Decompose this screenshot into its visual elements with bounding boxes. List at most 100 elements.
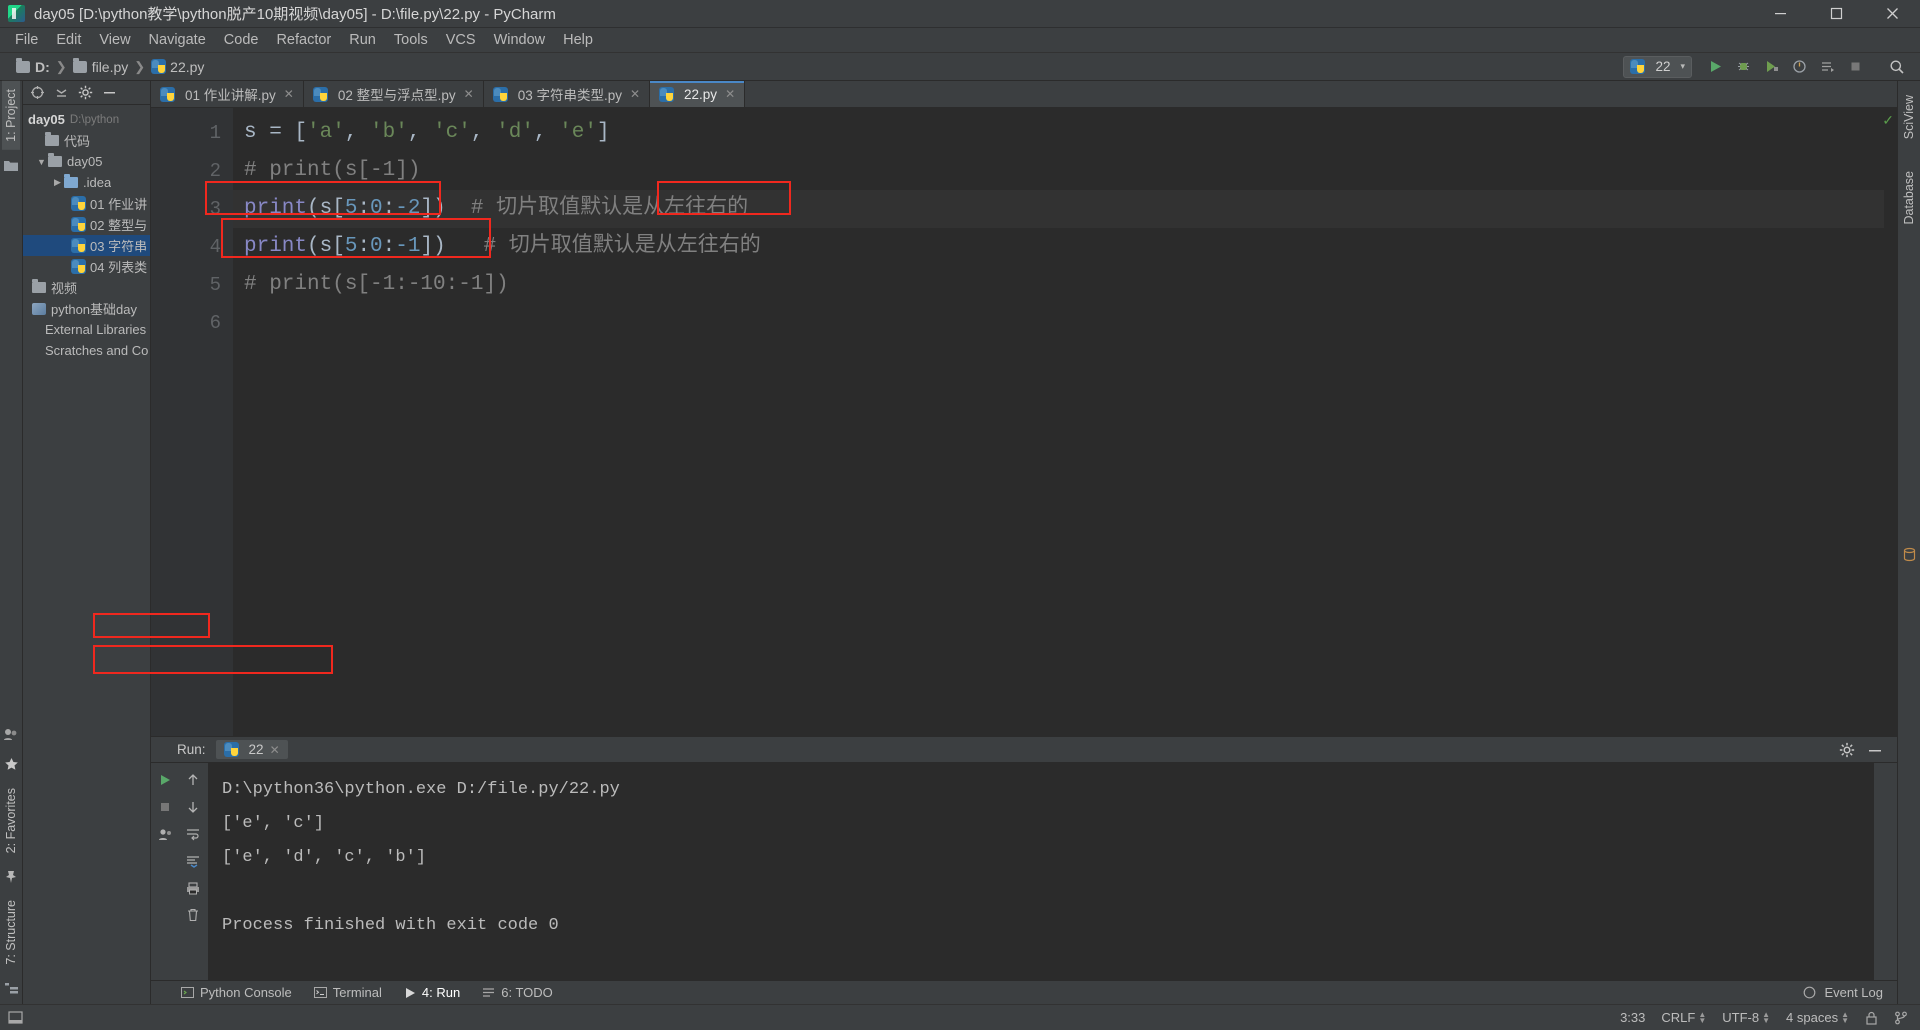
code-line-5[interactable]: # print(s[-1:-10:-1]) — [233, 266, 1884, 304]
expand-icon[interactable] — [151, 848, 179, 874]
editor-tab-03[interactable]: 03 字符串类型.py ✕ — [484, 81, 651, 107]
editor-tab-02[interactable]: 02 整型与浮点型.py ✕ — [304, 81, 484, 107]
gear-icon[interactable] — [75, 83, 95, 103]
chevron-down-icon[interactable] — [35, 157, 48, 167]
tree-item-video[interactable]: 视频 — [23, 277, 150, 298]
show-tool-windows-icon[interactable] — [8, 1010, 23, 1025]
collapse-all-icon[interactable] — [51, 83, 71, 103]
tree-item-module[interactable]: python基础day — [23, 298, 150, 319]
stop-button[interactable] — [1842, 55, 1868, 79]
run-configuration-selector[interactable]: 22 ▾ — [1623, 55, 1692, 78]
minimize-button[interactable] — [1752, 0, 1808, 28]
lock-icon[interactable] — [1865, 1011, 1878, 1025]
tree-item-scratches[interactable]: Scratches and Con — [23, 340, 150, 361]
menu-file[interactable]: File — [6, 29, 47, 52]
scroll-to-end-icon[interactable] — [179, 848, 207, 874]
tree-item-idea[interactable]: .idea — [23, 172, 150, 193]
sidebar-tab-favorites[interactable]: 2: Favorites — [2, 780, 20, 861]
tree-item-file-01[interactable]: 01 作业讲 — [23, 193, 150, 214]
tree-item-label: 03 字符串 — [90, 239, 148, 254]
print-icon[interactable] — [179, 875, 207, 901]
clear-all-icon[interactable] — [179, 902, 207, 928]
stop-button[interactable] — [151, 794, 179, 820]
bottom-tab-run[interactable]: 4: Run — [404, 985, 460, 1000]
tree-item-file-02[interactable]: 02 整型与 — [23, 214, 150, 235]
tree-item-file-03[interactable]: 03 字符串 — [23, 235, 150, 256]
indent-setting[interactable]: 4 spaces ▲ ▼ — [1786, 1010, 1849, 1025]
code-line-4[interactable]: print(s[5:0:-1]) # 切片取值默认是从左往右的 — [233, 228, 1884, 266]
run-tab[interactable]: 22 ✕ — [215, 740, 288, 759]
debug-button[interactable] — [1730, 55, 1756, 79]
bottom-tab-python-console[interactable]: Python Console — [181, 985, 292, 1000]
scroll-up-button[interactable] — [179, 767, 207, 793]
minimize-panel-icon[interactable] — [1867, 742, 1883, 758]
close-icon[interactable]: ✕ — [270, 743, 280, 757]
breadcrumb-drive[interactable]: D: — [35, 59, 50, 75]
editor-tab-01[interactable]: 01 作业讲解.py ✕ — [151, 81, 304, 107]
run-button[interactable] — [1702, 55, 1728, 79]
database-icon[interactable] — [1900, 545, 1919, 564]
code-token: 'b' — [370, 121, 408, 144]
line-separator[interactable]: CRLF ▲ ▼ — [1661, 1010, 1706, 1025]
code-line-2[interactable]: # print(s[-1]) — [233, 152, 1884, 190]
sidebar-tab-structure[interactable]: 7: Structure — [2, 892, 20, 973]
profile-button[interactable] — [1786, 55, 1812, 79]
breadcrumb-file[interactable]: 22.py — [170, 59, 204, 75]
menu-view[interactable]: View — [90, 29, 139, 52]
menu-run[interactable]: Run — [340, 29, 385, 52]
attach-debugger-button[interactable] — [1814, 55, 1840, 79]
close-icon[interactable]: ✕ — [725, 87, 735, 101]
breadcrumb-folder[interactable]: file.py — [92, 59, 129, 75]
menu-vcs[interactable]: VCS — [437, 29, 485, 52]
tree-item-file-04[interactable]: 04 列表类 — [23, 256, 150, 277]
menu-navigate[interactable]: Navigate — [140, 29, 215, 52]
code-line-6[interactable] — [233, 304, 1884, 342]
caret-position[interactable]: 3:33 — [1620, 1010, 1645, 1025]
close-icon[interactable]: ✕ — [630, 87, 640, 101]
run-console-output[interactable]: D:\python36\python.exe D:/file.py/22.py [… — [208, 763, 1874, 980]
favorites-group-icon[interactable] — [2, 724, 21, 743]
hide-panel-icon[interactable] — [99, 83, 119, 103]
bottom-tab-terminal[interactable]: Terminal — [313, 985, 382, 1000]
event-log-label[interactable]: Event Log — [1824, 985, 1883, 1000]
soft-wrap-icon[interactable] — [179, 821, 207, 847]
menu-code[interactable]: Code — [215, 29, 268, 52]
scroll-down-button[interactable] — [179, 794, 207, 820]
sidebar-tab-sciview[interactable]: SciView — [1900, 87, 1918, 147]
menu-help[interactable]: Help — [554, 29, 602, 52]
scroll-from-source-icon[interactable] — [27, 83, 47, 103]
gear-icon[interactable] — [1839, 742, 1855, 758]
menu-edit[interactable]: Edit — [47, 29, 90, 52]
star-icon[interactable] — [2, 755, 21, 774]
structure-icon[interactable] — [2, 979, 21, 998]
code-editor[interactable]: s = ['a', 'b', 'c', 'd', 'e'] # print(s[-… — [233, 108, 1884, 736]
code-line-3[interactable]: print(s[5:0:-2]) # 切片取值默认是从左往右的 — [233, 190, 1884, 228]
tree-item-day05[interactable]: day05 — [23, 151, 150, 172]
close-icon[interactable]: ✕ — [464, 87, 474, 101]
console-line-3: ['e', 'd', 'c', 'b'] — [222, 848, 427, 867]
editor-scrollbar[interactable]: ✓ — [1882, 108, 1897, 736]
sidebar-tab-project[interactable]: 1: Project — [2, 81, 20, 150]
menu-window[interactable]: Window — [485, 29, 555, 52]
sidebar-tab-database[interactable]: Database — [1900, 163, 1918, 233]
close-icon[interactable]: ✕ — [284, 87, 294, 101]
tree-item-code[interactable]: 代码 — [23, 130, 150, 151]
bottom-tab-todo[interactable]: 6: TODO — [482, 985, 553, 1000]
editor-tab-22[interactable]: 22.py ✕ — [650, 81, 746, 107]
rerun-button[interactable] — [151, 767, 179, 793]
users-icon[interactable] — [151, 821, 179, 847]
tree-root[interactable]: day05 D:\python — [23, 109, 150, 130]
tree-item-external-libraries[interactable]: External Libraries — [23, 319, 150, 340]
branch-icon[interactable] — [1894, 1011, 1908, 1025]
maximize-button[interactable] — [1808, 0, 1864, 28]
chevron-right-icon[interactable] — [51, 177, 64, 188]
close-button[interactable] — [1864, 0, 1920, 28]
left-tool-strip: 1: Project 2: Favorites 7: Structure — [0, 81, 23, 1004]
pin-icon[interactable] — [2, 867, 21, 886]
file-encoding[interactable]: UTF-8 ▲ ▼ — [1722, 1010, 1770, 1025]
search-icon[interactable] — [1884, 55, 1910, 79]
menu-tools[interactable]: Tools — [385, 29, 437, 52]
menu-refactor[interactable]: Refactor — [267, 29, 340, 52]
code-line-1[interactable]: s = ['a', 'b', 'c', 'd', 'e'] — [233, 114, 1884, 152]
run-with-coverage-button[interactable] — [1758, 55, 1784, 79]
